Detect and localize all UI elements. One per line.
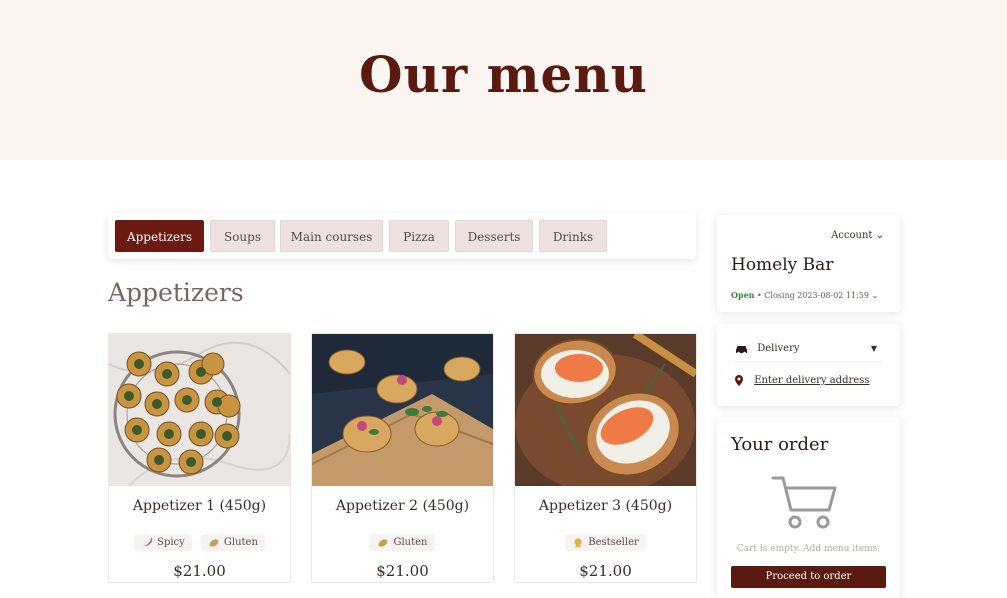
restaurant-panel: Account ⌄ Homely Bar Open • Closing 2023… bbox=[717, 215, 900, 312]
item-tags: Bestseller bbox=[515, 530, 696, 551]
item-price: $21.00 bbox=[173, 562, 226, 580]
item-name: Appetizer 3 (450g) bbox=[538, 498, 673, 514]
status-open: Open bbox=[731, 290, 755, 300]
delivery-mode-label: Delivery bbox=[757, 343, 800, 354]
proceed-to-order-button[interactable]: Proceed to order bbox=[731, 566, 886, 588]
opening-status[interactable]: Open • Closing 2023-08-02 11:59 ⌄ bbox=[731, 290, 878, 300]
item-tags: Gluten bbox=[312, 530, 493, 551]
page-title: Our menu bbox=[358, 45, 649, 104]
menu-item-card[interactable]: Appetizer 3 (450g) Bestseller $21.00 bbox=[514, 333, 697, 583]
section-title: Appetizers bbox=[108, 278, 244, 307]
menu-item-card[interactable]: Appetizer 2 (450g) Gluten $21.00 bbox=[311, 333, 494, 583]
award-icon bbox=[574, 538, 582, 548]
wheat-icon bbox=[379, 538, 388, 547]
tab-main-courses[interactable]: Main courses bbox=[280, 220, 383, 252]
chevron-down-icon: ⌄ bbox=[875, 230, 884, 241]
tag-spicy: Spicy bbox=[134, 534, 192, 551]
category-tabs: Appetizers Soups Main courses Pizza Dess… bbox=[108, 213, 696, 259]
tab-drinks[interactable]: Drinks bbox=[539, 220, 607, 252]
appetizer-1-image bbox=[109, 334, 290, 486]
item-tags: Spicy Gluten bbox=[109, 530, 290, 551]
restaurant-name: Homely Bar bbox=[731, 255, 834, 275]
tag-bestseller: Bestseller bbox=[565, 534, 646, 551]
chili-icon bbox=[142, 537, 153, 546]
menu-item-card[interactable]: Appetizer 1 (450g) Spicy Gluten $21.00 bbox=[108, 333, 291, 583]
tag-label: Bestseller bbox=[588, 537, 639, 548]
appetizer-2-image bbox=[312, 334, 493, 486]
account-menu[interactable]: Account ⌄ bbox=[831, 230, 884, 241]
caret-down-icon: ▼ bbox=[870, 344, 877, 353]
appetizer-3-image bbox=[515, 334, 696, 486]
empty-cart-message: Cart is empty. Add menu items. bbox=[736, 544, 881, 554]
enter-address-link[interactable]: Enter delivery address bbox=[754, 375, 869, 386]
tag-label: Spicy bbox=[157, 537, 185, 548]
chevron-down-icon: ⌄ bbox=[871, 291, 879, 300]
tab-desserts[interactable]: Desserts bbox=[455, 220, 533, 252]
account-label: Account bbox=[831, 230, 873, 241]
tab-appetizers[interactable]: Appetizers bbox=[115, 220, 204, 252]
tag-gluten: Gluten bbox=[370, 534, 435, 551]
wheat-icon bbox=[209, 538, 219, 547]
car-icon bbox=[736, 345, 747, 354]
hero-banner: Our menu bbox=[0, 0, 1007, 160]
item-name: Appetizer 2 (450g) bbox=[335, 498, 470, 514]
delivery-mode-select[interactable]: Delivery ▼ bbox=[735, 337, 883, 362]
item-name: Appetizer 1 (450g) bbox=[132, 498, 267, 514]
tag-gluten: Gluten bbox=[200, 534, 265, 551]
item-price: $21.00 bbox=[579, 562, 632, 580]
delivery-panel: Delivery ▼ Enter delivery address bbox=[717, 324, 900, 406]
status-detail: • Closing 2023-08-02 11:59 bbox=[757, 291, 869, 300]
tag-label: Gluten bbox=[393, 537, 428, 548]
cart-icon bbox=[771, 476, 837, 529]
tab-pizza[interactable]: Pizza bbox=[389, 220, 449, 252]
address-row: Enter delivery address bbox=[735, 370, 883, 392]
location-pin-icon bbox=[735, 375, 743, 386]
tag-label: Gluten bbox=[223, 537, 258, 548]
order-title: Your order bbox=[731, 434, 829, 455]
tab-soups[interactable]: Soups bbox=[210, 220, 275, 252]
order-panel: Your order Cart is empty. Add menu items… bbox=[717, 418, 900, 598]
item-price: $21.00 bbox=[376, 562, 429, 580]
